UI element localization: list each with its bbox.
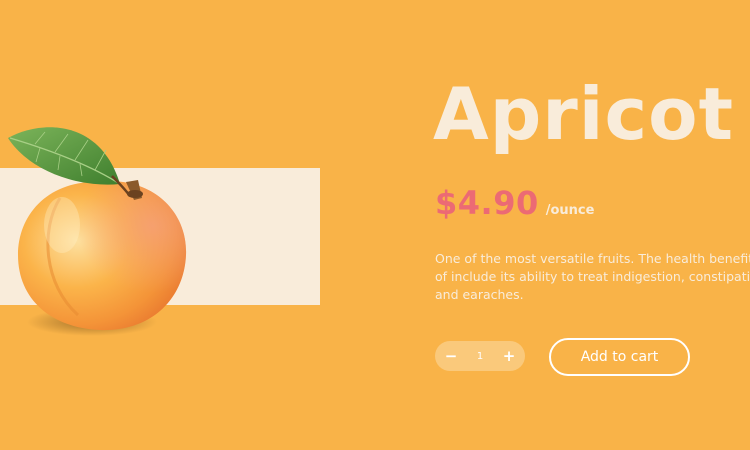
add-to-cart-button[interactable]: Add to cart [549, 338, 690, 376]
price-unit: /ounce [545, 203, 595, 218]
product-title: Apricot [433, 72, 735, 156]
quantity-value[interactable]: 1 [470, 351, 490, 362]
quantity-stepper: − 1 + [435, 341, 525, 371]
product-description: One of the most versatile fruits. The he… [435, 251, 750, 302]
plus-icon[interactable]: + [503, 348, 516, 364]
price-row: $4.90 /ounce [435, 184, 594, 222]
apricot-image [0, 110, 200, 350]
minus-icon[interactable]: − [445, 348, 458, 364]
product-price: $4.90 [435, 184, 539, 222]
